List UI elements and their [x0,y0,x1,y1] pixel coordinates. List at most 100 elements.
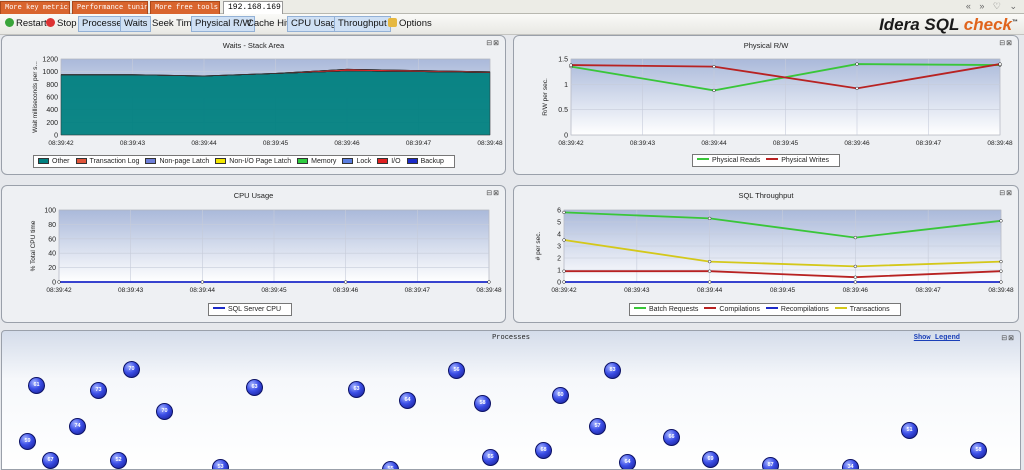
chart1-x-tick: 08:39:44 [701,140,727,147]
process-bubble[interactable]: 55 [382,461,399,469]
chart3-point-1 [708,269,712,273]
chart2-y-tick: 60 [48,236,56,243]
tab-strip: More key metrics Performance tuning More… [0,0,1024,14]
chart1-point-1 [855,86,859,91]
process-bubble[interactable]: 83 [604,362,621,379]
process-bubble[interactable]: 60 [552,387,569,404]
legend-swatch [766,158,779,160]
chart3-point-2 [708,280,712,284]
process-bubble[interactable]: 58 [474,395,491,412]
idera-logo: Idera SQL check™ [879,15,1018,35]
legend-label: Transaction Log [89,158,140,165]
legend-swatch [215,158,227,164]
chart1-point-0 [712,88,716,93]
legend-swatch [213,307,225,309]
cpu-usage-panel: CPU Usage ⊟⊠ 08:39:42 08:39:43 08:39:44 08:… [1,185,506,323]
options-button[interactable]: Options [384,16,436,32]
chart2-x-tick: 08:39:44 [190,287,216,294]
legend-label: Other [52,158,70,165]
legend-swatch [406,158,418,164]
process-bubble[interactable]: 64 [399,392,416,409]
legend-item: Compilations [704,304,760,315]
legend-swatch [75,158,87,164]
process-bubble[interactable]: 61 [28,377,45,394]
legend-label: Recompilations [780,306,829,313]
process-bubble[interactable]: 53 [212,459,229,469]
process-bubble[interactable]: 65 [482,449,499,466]
process-bubble[interactable]: 68 [535,442,552,459]
legend-label: I/O [391,158,401,165]
chart2-point-0 [57,280,61,284]
chart2-x-tick: 08:39:46 [333,287,359,294]
tab-current-server[interactable]: 192.168.169.33 [223,1,283,14]
chart2-x-tick: 08:39:42 [46,287,72,294]
tab-key-metrics[interactable]: More key metrics [0,1,70,14]
chart1-point-1 [712,64,716,69]
process-bubble[interactable]: 63 [246,379,263,396]
chart1-x-tick: 08:39:43 [630,140,656,147]
legend-item: Memory [297,156,336,167]
chart0-y-tick: 200 [46,120,58,127]
process-bubble[interactable]: 67 [42,452,59,469]
process-bubble[interactable]: 63 [348,381,365,398]
process-bubble[interactable]: 66 [663,429,680,446]
throughput-button[interactable]: Throughput [334,16,391,32]
restart-icon [5,18,14,27]
process-bubble[interactable]: 70 [156,403,173,420]
process-bubble[interactable]: 70 [123,361,140,378]
sql-throughput-legend: Batch Requests Compilations Recompilations… [629,303,901,316]
process-bubble[interactable]: 64 [619,454,636,469]
chart0-x-tick: 08:39:47 [406,140,432,147]
chart0-y-tick: 800 [46,82,58,89]
process-bubble[interactable]: 87 [762,457,779,469]
legend-label: Compilations [719,306,760,313]
process-bubble[interactable]: 59 [19,433,36,450]
tab-performance-tuning[interactable]: Performance tuning [72,1,148,14]
process-bubble[interactable]: 52 [110,452,127,469]
process-bubble[interactable]: 34 [842,459,859,469]
chart2-y-tick: 40 [48,251,56,258]
chart1-y-tick: 0.5 [558,107,568,114]
chart0-x-tick: 08:39:42 [48,140,74,147]
physical-rw-legend: Physical Reads Physical Writes [692,154,840,167]
options-icon [388,18,397,27]
tab-free-tools[interactable]: More free tools [150,1,220,14]
options-label: Options [399,18,432,29]
process-bubble[interactable]: 69 [702,451,719,468]
nav-icons[interactable]: « » ♡ ⌄ [966,1,1020,12]
process-bubble[interactable]: 57 [589,418,606,435]
chart0-y-tick: 1000 [42,69,58,76]
chart3-y-tick: 4 [557,232,561,239]
chart3-x-tick: 08:39:46 [843,287,869,294]
legend-label: Batch Requests [649,306,699,313]
legend-item: Recompilations [765,304,829,315]
chart0-y-tick: 1200 [42,57,58,64]
legend-swatch [297,158,309,164]
waits-button[interactable]: Waits [120,16,152,32]
legend-item: I/O [377,156,401,167]
process-bubble[interactable]: 73 [90,382,107,399]
legend-item: Physical Reads [697,155,760,166]
logo-accent: check [963,15,1012,34]
chart2-y-label: % Total CPU time [30,220,37,271]
chart3-point-3 [562,238,566,242]
legend-label: Non-I/O Page Latch [229,158,292,165]
process-bubble[interactable]: 51 [901,422,918,439]
legend-item: SQL Server CPU [213,304,281,315]
chart0-y-tick: 0 [54,133,58,140]
chart1-x-tick: 08:39:48 [987,140,1013,147]
process-bubble[interactable]: 74 [69,418,86,435]
process-bubble[interactable]: 58 [970,442,987,459]
chart2-x-tick: 08:39:47 [405,287,431,294]
chart0-y-tick: 600 [46,95,58,102]
cpu-usage-legend: SQL Server CPU [208,303,293,316]
process-bubble[interactable]: 56 [448,362,465,379]
chart0-x-tick: 08:39:44 [191,140,217,147]
chart3-y-tick: 3 [557,244,561,251]
show-legend-link[interactable]: Show Legend [914,334,960,342]
chart3-point-3 [853,264,857,269]
stop-button[interactable]: Stop [42,16,81,32]
chart3-point-3 [708,259,712,264]
chart3-x-tick: 08:39:47 [916,287,942,294]
processes-panel-buttons[interactable]: ⊟⊠ [1001,334,1015,342]
